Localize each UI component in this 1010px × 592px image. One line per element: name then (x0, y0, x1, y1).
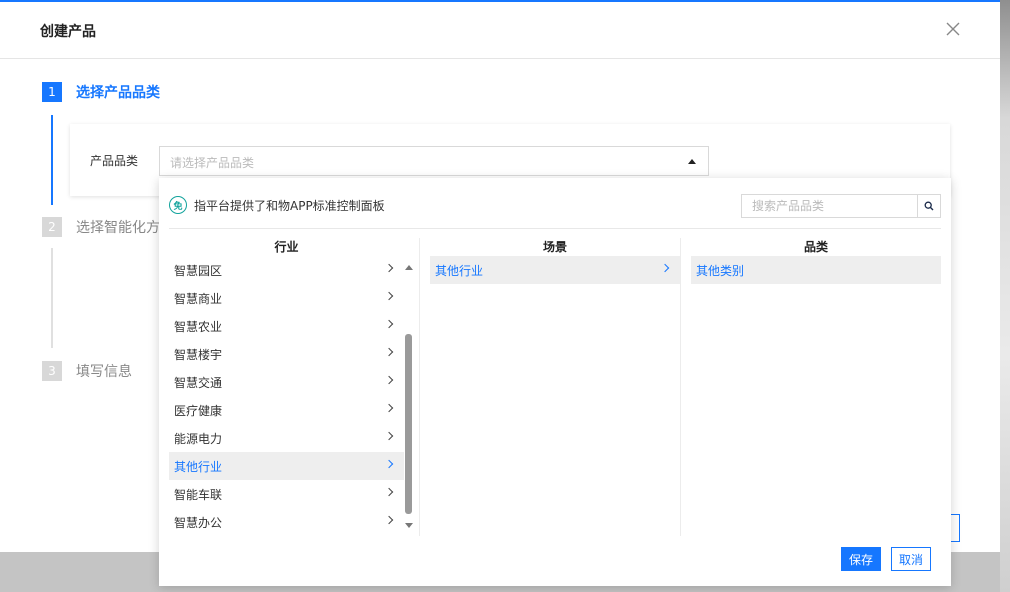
caret-up-icon (688, 159, 696, 164)
chevron-right-icon (384, 263, 394, 273)
step-2[interactable]: 2 选择智能化方案 (42, 217, 174, 237)
industry-item[interactable]: 智慧交通 (169, 368, 404, 396)
free-badge-icon: 免 (169, 196, 187, 214)
category-list: 其他类别 (691, 256, 941, 536)
category-item[interactable]: 其他类别 (691, 256, 941, 284)
scene-column-header: 场景 (542, 240, 567, 254)
industry-item-label: 智慧园区 (174, 263, 223, 278)
modal-header: 创建产品 (0, 2, 1000, 59)
chevron-right-icon (384, 459, 394, 469)
industry-item-label: 智慧交通 (174, 375, 223, 390)
dropdown-divider (169, 228, 941, 229)
step-1[interactable]: 1 选择产品品类 (42, 82, 160, 102)
industry-item-label: 医疗健康 (174, 403, 223, 418)
step-label: 填写信息 (76, 364, 132, 380)
step-number: 1 (42, 82, 62, 102)
chevron-right-icon (384, 431, 394, 441)
industry-item[interactable]: 智慧园区 (169, 256, 404, 284)
step-number: 3 (42, 361, 62, 381)
cancel-button[interactable]: 取消 (891, 547, 931, 571)
scene-item-label: 其他行业 (435, 263, 484, 278)
industry-item[interactable]: 智能车联 (169, 480, 404, 508)
scroll-thumb[interactable] (405, 334, 412, 514)
industry-item-label: 智能车联 (174, 487, 223, 502)
category-select[interactable]: 请选择产品品类 (159, 146, 709, 176)
category-field-label: 产品品类 (90, 154, 139, 168)
step-number: 2 (42, 217, 62, 237)
column-divider (419, 238, 420, 536)
chevron-right-icon (384, 487, 394, 497)
chevron-right-icon (384, 403, 394, 413)
scroll-down-icon[interactable] (405, 523, 413, 528)
industry-scrollbar[interactable] (404, 260, 414, 530)
close-icon[interactable] (944, 20, 962, 38)
dropdown-toolbar: 免 指平台提供了和物APP标准控制面板 (159, 178, 951, 230)
scene-item[interactable]: 其他行业 (430, 256, 680, 284)
category-search (741, 194, 941, 218)
industry-item[interactable]: 能源电力 (169, 424, 404, 452)
panel-tip: 指平台提供了和物APP标准控制面板 (194, 199, 385, 213)
industry-item-label: 智慧商业 (174, 291, 223, 306)
step-connector-2 (51, 248, 53, 348)
scene-list: 其他行业 (430, 256, 680, 536)
step-connector-1 (51, 115, 53, 205)
chevron-right-icon (384, 347, 394, 357)
industry-item-label: 其他行业 (174, 459, 223, 474)
category-select-placeholder: 请选择产品品类 (170, 156, 255, 170)
category-column: 品类 其他类别 (691, 238, 941, 536)
industry-item[interactable]: 智慧办公 (169, 508, 404, 536)
column-divider (680, 238, 681, 536)
category-column-header: 品类 (803, 240, 828, 254)
step-3[interactable]: 3 填写信息 (42, 361, 132, 381)
industry-item[interactable]: 医疗健康 (169, 396, 404, 424)
industry-column: 行业 智慧园区 智慧商业 智慧农业 智慧楼宇 智慧交通 医疗健康 能源电力 其他行业 智能车联智… (169, 238, 404, 536)
industry-item[interactable]: 智慧商业 (169, 284, 404, 312)
modal-title: 创建产品 (40, 24, 96, 40)
backdrop (1000, 0, 1010, 592)
industry-item[interactable]: 智慧楼宇 (169, 340, 404, 368)
chevron-right-icon (384, 515, 394, 525)
industry-item-label: 智慧办公 (174, 515, 223, 530)
save-button[interactable]: 保存 (841, 547, 881, 571)
industry-item-label: 智慧农业 (174, 319, 223, 334)
chevron-right-icon (384, 319, 394, 329)
chevron-right-icon (384, 291, 394, 301)
scene-column: 场景 其他行业 (430, 238, 680, 536)
scroll-up-icon[interactable] (405, 265, 413, 270)
industry-column-header: 行业 (274, 240, 299, 254)
industry-item[interactable]: 智慧农业 (169, 312, 404, 340)
industry-item-label: 智慧楼宇 (174, 347, 223, 362)
industry-item-label: 能源电力 (174, 431, 223, 446)
category-search-input[interactable] (742, 195, 918, 217)
category-dropdown: 免 指平台提供了和物APP标准控制面板 行业 智慧园区智慧商业智慧农业智慧楼宇智… (159, 178, 951, 586)
industry-list: 智慧园区智慧商业智慧农业智慧楼宇智慧交通医疗健康能源电力其他行业智能车联智慧办公 (169, 256, 404, 536)
search-icon[interactable] (917, 195, 940, 217)
category-item-label: 其他类别 (696, 263, 745, 278)
industry-item[interactable]: 其他行业 (169, 452, 404, 480)
step-label: 选择产品品类 (76, 85, 160, 101)
chevron-right-icon (384, 375, 394, 385)
chevron-right-icon (660, 263, 670, 273)
